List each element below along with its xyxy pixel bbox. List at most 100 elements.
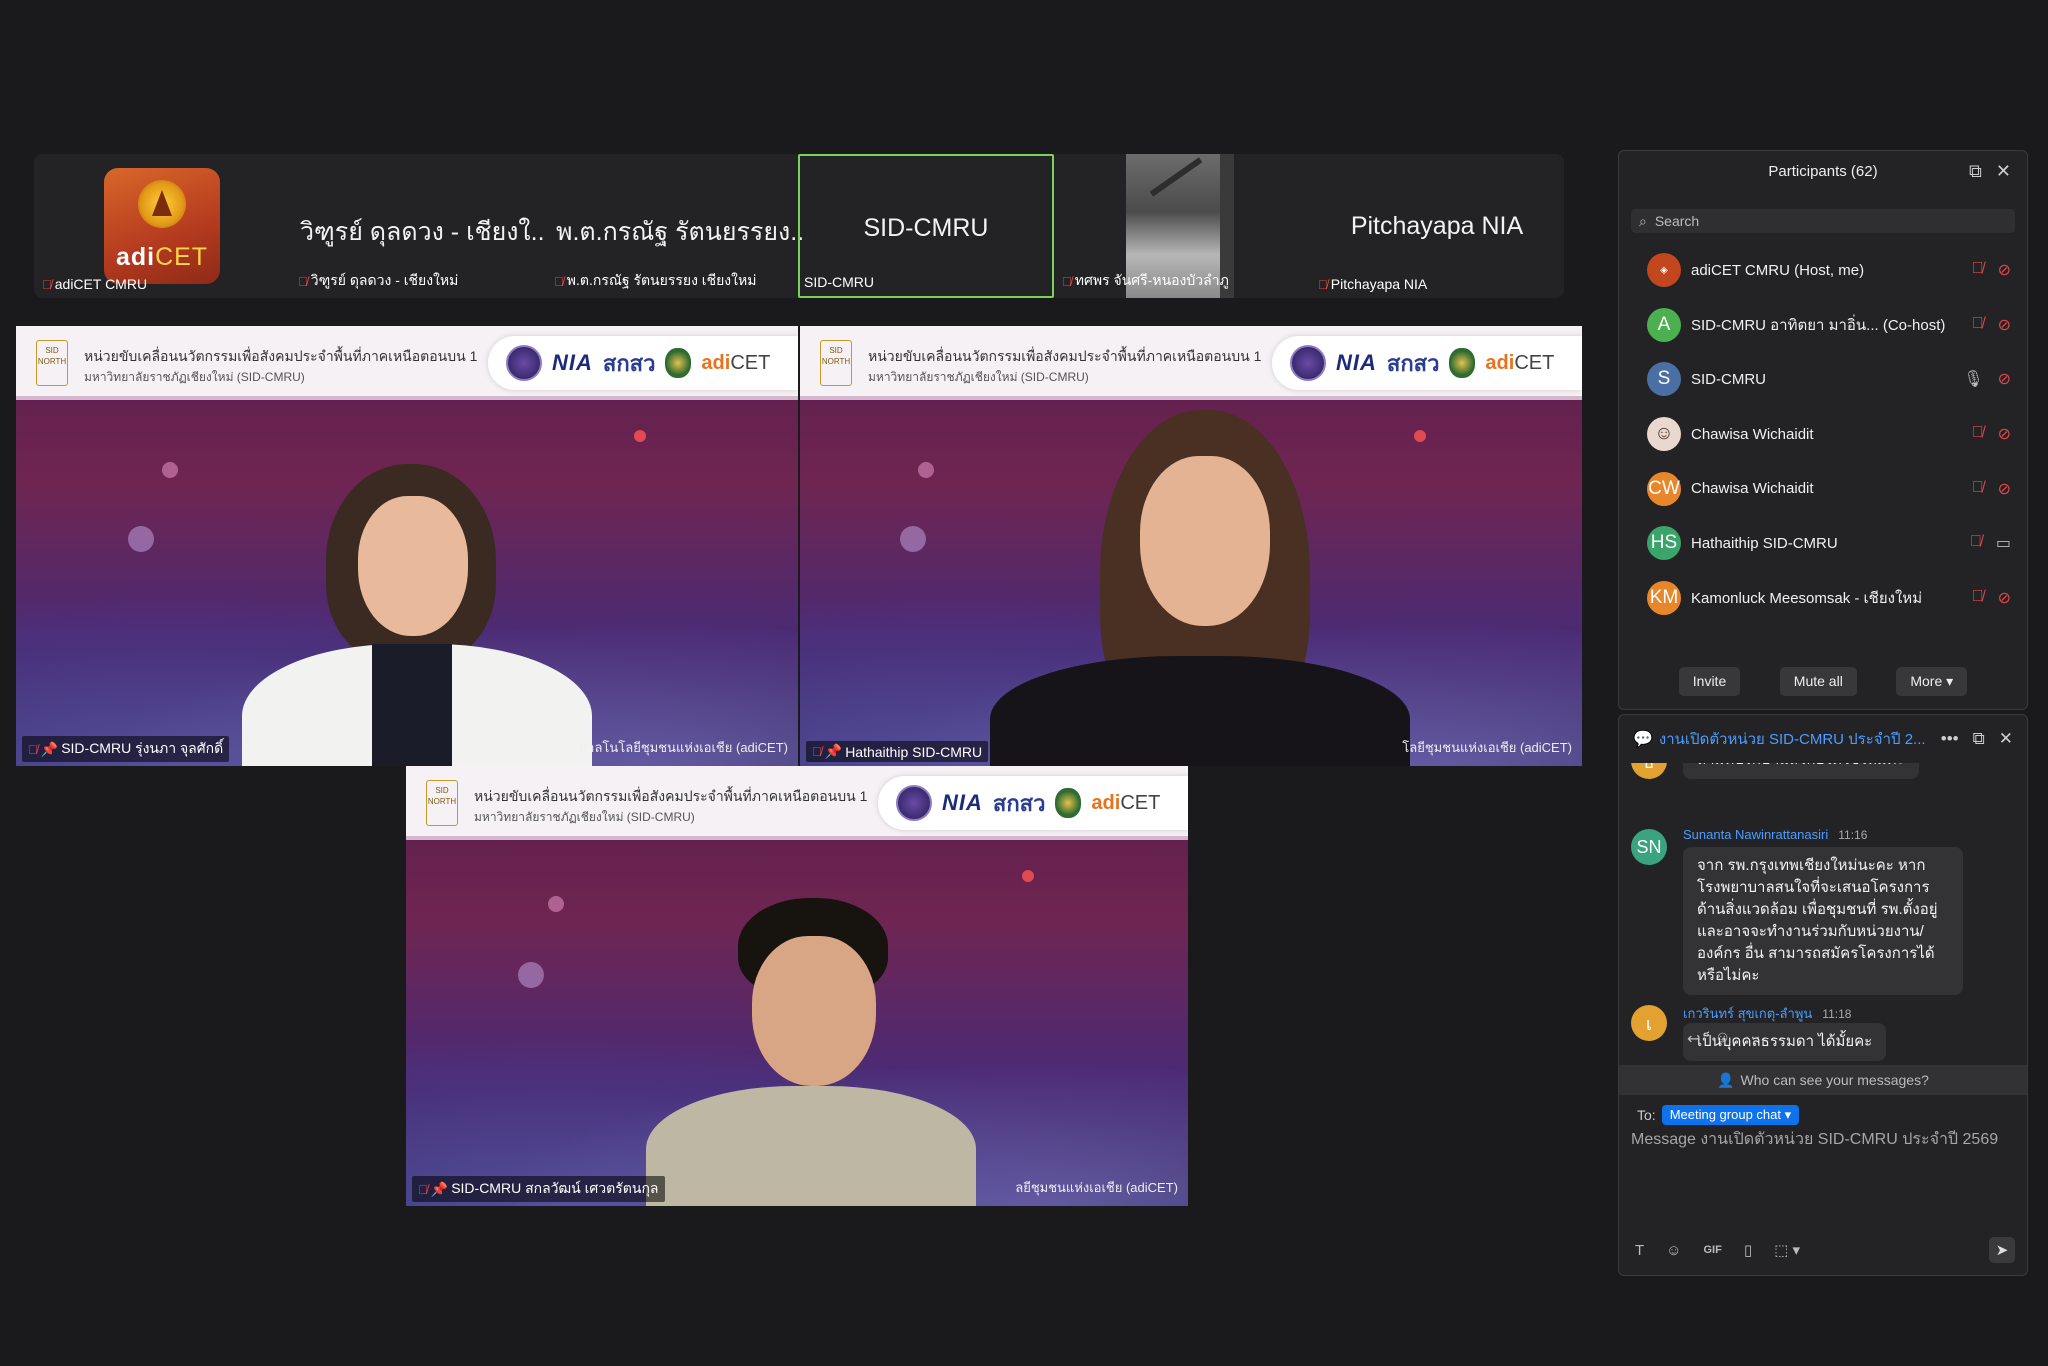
avatar: SN bbox=[1631, 829, 1667, 865]
thumb-name: Pitchayapa NIA bbox=[1350, 212, 1524, 240]
emoji-react-icon[interactable]: ☺ bbox=[1714, 1029, 1730, 1049]
video-tile-sakolwat[interactable]: SID NORTH หน่วยขับเคลื่อนนวัตกรรมเพื่อสั… bbox=[406, 766, 1188, 1206]
search-input[interactable]: Search bbox=[1655, 213, 1699, 229]
participant-row[interactable]: S SID-CMRU 🎙 ⊘ bbox=[1619, 352, 2027, 407]
avatar: KM bbox=[1647, 580, 1681, 615]
close-icon[interactable]: ✕ bbox=[1996, 161, 2011, 182]
video-off-icon[interactable]: ⊘ bbox=[1998, 479, 2011, 499]
participant-list: ◈ adiCET CMRU (Host, me) 🎙̸ ⊘ A SID-CMRU … bbox=[1619, 243, 2027, 643]
popout-icon[interactable]: ⧉ bbox=[1969, 161, 1982, 182]
thumb-label: ทศพร จันศรี-หนองบัวลำภู bbox=[1074, 272, 1229, 288]
tile-label: SID-CMRU สกลวัฒน์ เศวตรัตนกุล bbox=[451, 1180, 659, 1196]
pin-icon: 📌 bbox=[430, 1180, 449, 1197]
tile-label: Hathaithip SID-CMRU bbox=[845, 743, 983, 760]
avatar: ธ bbox=[1631, 763, 1667, 779]
avatar: S bbox=[1647, 362, 1681, 397]
video-off-icon[interactable]: ⊘ bbox=[1998, 315, 2011, 335]
thumb-label: adiCET CMRU bbox=[54, 276, 148, 292]
message-input[interactable]: Message งานเปิดตัวหน่วย SID-CMRU ประจำปี… bbox=[1631, 1127, 2015, 1152]
event-banner: SID NORTH หน่วยขับเคลื่อนนวัตกรรมเพื่อสั… bbox=[16, 326, 798, 400]
mic-muted-icon[interactable]: 🎙̸ bbox=[1972, 260, 1984, 280]
participants-title: Participants (62) bbox=[1768, 163, 1878, 180]
mic-muted-icon[interactable]: 🎙̸ bbox=[1972, 479, 1984, 499]
screenshot-icon[interactable]: ⬚ ▾ bbox=[1774, 1241, 1800, 1259]
avatar: HS bbox=[1647, 526, 1681, 561]
mic-muted-icon[interactable]: 🎙̸ bbox=[1972, 315, 1984, 335]
mic-muted-icon[interactable]: 🎙̸ bbox=[1972, 588, 1984, 608]
more-button[interactable]: More ▾ bbox=[1896, 667, 1968, 696]
video-on-icon[interactable]: ▭ bbox=[1996, 533, 2011, 553]
thumb-tossaporn[interactable]: 🎙̸ ทศพร จันศรี-หนองบัวลำภู bbox=[1054, 154, 1310, 298]
pin-icon: 📌 bbox=[40, 740, 59, 757]
mic-muted-icon: 🎙̸ bbox=[28, 741, 38, 757]
avatar: A bbox=[1647, 307, 1681, 342]
participant-row[interactable]: HS Hathaithip SID-CMRU 🎙̸ ▭ bbox=[1619, 516, 2027, 571]
partner-logos: NIA สกสว adiCET bbox=[1272, 336, 1582, 390]
gif-button[interactable]: GIF bbox=[1704, 1244, 1722, 1256]
thumb-adicet[interactable]: adiCET 🎙̸ adiCET CMRU bbox=[34, 154, 290, 298]
adicet-logo: adiCET bbox=[104, 168, 220, 284]
sid-north-logo: SID NORTH bbox=[426, 780, 458, 826]
mic-muted-icon: 🎙̸ bbox=[1318, 276, 1328, 292]
text-format-icon[interactable]: T bbox=[1635, 1242, 1644, 1259]
video-tile-hathaithip[interactable]: SID NORTH หน่วยขับเคลื่อนนวัตกรรมเพื่อสั… bbox=[800, 326, 1582, 766]
emblem-icon bbox=[1449, 348, 1476, 378]
sid-north-logo: SID NORTH bbox=[36, 340, 68, 386]
emblem-icon bbox=[665, 348, 692, 378]
more-options-icon[interactable]: ••• bbox=[1941, 729, 1959, 749]
mic-muted-icon[interactable]: 🎙̸ bbox=[1970, 533, 1982, 553]
avatar: ☺ bbox=[1647, 417, 1681, 452]
participant-row[interactable]: A SID-CMRU อาทิตยา มาอิ่น... (Co-host) 🎙… bbox=[1619, 298, 2027, 353]
send-icon[interactable]: ➤ bbox=[1989, 1237, 2015, 1263]
event-banner: SID NORTH หน่วยขับเคลื่อนนวัตกรรมเพื่อสั… bbox=[406, 766, 1188, 840]
popout-icon[interactable]: ⧉ bbox=[1973, 729, 1985, 749]
search-icon: ⌕ bbox=[1639, 212, 1647, 229]
chat-bubble-icon: 💬 bbox=[1633, 731, 1653, 748]
thumb-label: SID-CMRU bbox=[804, 274, 874, 290]
thumb-pitchayapa[interactable]: Pitchayapa NIA 🎙̸ Pitchayapa NIA bbox=[1310, 154, 1564, 298]
mute-all-button[interactable]: Mute all bbox=[1779, 667, 1857, 696]
video-off-icon[interactable]: ⊘ bbox=[1998, 260, 2011, 280]
thumbnail-strip: adiCET 🎙̸ adiCET CMRU วิฑูรย์ ดุลดวง - เช… bbox=[34, 154, 1564, 298]
close-icon[interactable]: ✕ bbox=[1999, 729, 2013, 749]
reply-icon[interactable]: ↩ bbox=[1687, 1029, 1700, 1049]
mic-muted-icon: 🎙̸ bbox=[418, 1181, 428, 1197]
thumb-name: SID-CMRU bbox=[863, 214, 989, 242]
thumb-witoon[interactable]: วิฑูรย์ ดุลดวง - เชียงใ... 🎙̸ วิฑูรย์ ดุล… bbox=[290, 154, 546, 298]
participant-row[interactable]: ☺ Chawisa Wichaidit 🎙̸ ⊘ bbox=[1619, 407, 2027, 462]
participant-row[interactable]: CW Chawisa Wichaidit 🎙̸ ⊘ bbox=[1619, 461, 2027, 516]
invite-button[interactable]: Invite bbox=[1678, 667, 1741, 696]
avatar: ◈ bbox=[1647, 253, 1681, 288]
thumb-sid-cmru[interactable]: SID-CMRU SID-CMRU bbox=[798, 154, 1054, 298]
video-off-icon[interactable]: ⊘ bbox=[1998, 588, 2011, 608]
thumb-koranat[interactable]: พ.ต.กรณัฐ รัตนยรรยง... 🎙̸ พ.ต.กรณัฐ รัตนย… bbox=[546, 154, 802, 298]
mic-muted-icon: 🎙̸ bbox=[812, 744, 822, 759]
video-tile-rungnapa[interactable]: SID NORTH หน่วยขับเคลื่อนนวัตกรรมเพื่อสั… bbox=[16, 326, 798, 766]
thumb-name: พ.ต.กรณัฐ รัตนยรรยง... bbox=[556, 218, 802, 246]
partner-logos: NIA สกสว adiCET bbox=[878, 776, 1188, 830]
mic-muted-icon[interactable]: 🎙̸ bbox=[1972, 424, 1984, 444]
video-off-icon[interactable]: ⊘ bbox=[1998, 424, 2011, 444]
university-seal-icon bbox=[1290, 345, 1326, 381]
video-off-icon[interactable]: ⊘ bbox=[1998, 369, 2011, 389]
mic-muted-icon: 🎙̸ bbox=[42, 276, 52, 292]
university-seal-icon bbox=[896, 785, 932, 821]
mic-on-icon[interactable]: 🎙 bbox=[1963, 369, 1983, 389]
partner-logos: NIA สกสว adiCET bbox=[488, 336, 798, 390]
chat-title[interactable]: งานเปิดตัวหน่วย SID-CMRU ประจำปี 2... bbox=[1659, 727, 1935, 751]
thumb-label: วิฑูรย์ ดุลดวง - เชียงใหม่ bbox=[310, 272, 459, 288]
thumb-label: พ.ต.กรณัฐ รัตนยรรยง เชียงใหม่ bbox=[566, 272, 757, 288]
person-icon: 👤 bbox=[1717, 1071, 1735, 1088]
avatar: CW bbox=[1647, 471, 1681, 506]
participant-search[interactable]: ⌕ Search bbox=[1631, 209, 2015, 233]
participant-row[interactable]: ◈ adiCET CMRU (Host, me) 🎙̸ ⊘ bbox=[1619, 243, 2027, 298]
recipient-dropdown[interactable]: Meeting group chat ▾ bbox=[1661, 1105, 1800, 1125]
file-icon[interactable]: ▯ bbox=[1744, 1241, 1752, 1259]
emoji-icon[interactable]: ☺ bbox=[1666, 1242, 1681, 1259]
chevron-down-icon: ▾ bbox=[1784, 1107, 1792, 1122]
more-options-icon[interactable]: ··· bbox=[1745, 1029, 1761, 1049]
sid-north-logo: SID NORTH bbox=[820, 340, 852, 386]
mic-muted-icon: 🎙̸ bbox=[554, 273, 564, 289]
who-can-see-banner[interactable]: 👤 Who can see your messages? bbox=[1619, 1065, 2027, 1095]
participant-row[interactable]: KM Kamonluck Meesomsak - เชียงใหม่ 🎙̸ ⊘ bbox=[1619, 571, 2027, 626]
